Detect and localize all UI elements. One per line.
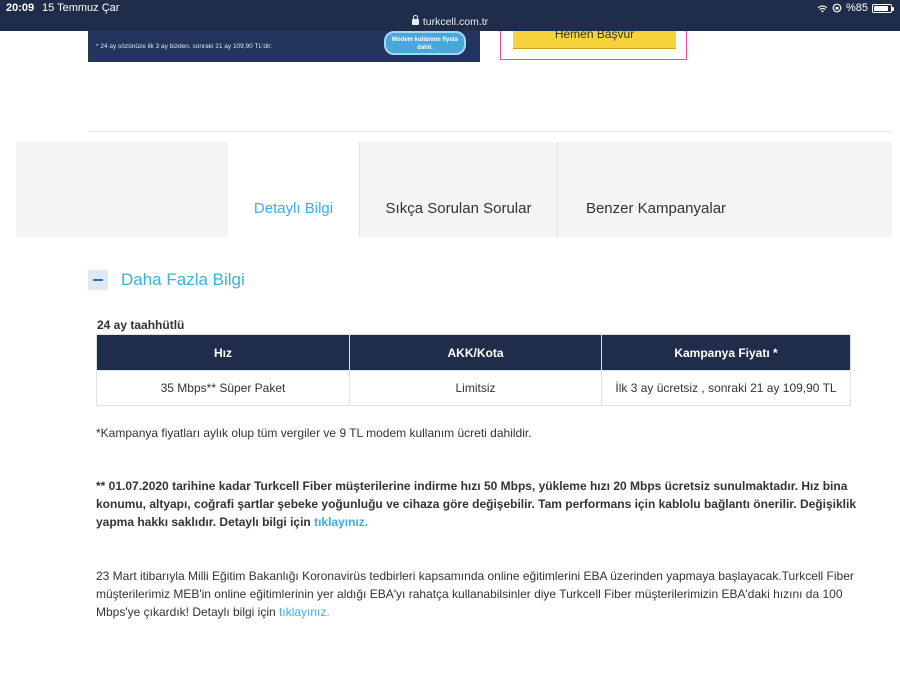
- speed-note: ** 01.07.2020 tarihine kadar Turkcell Fi…: [96, 477, 866, 531]
- header-price: Kampanya Fiyatı *: [601, 334, 851, 371]
- banner-text: * 24 ay sözünüze ilk 3 ay bizden, sonrak…: [96, 43, 273, 50]
- table-header-row: Hız AKK/Kota Kampanya Fiyatı *: [96, 334, 851, 371]
- lock-icon: [411, 15, 419, 25]
- table-caption: 24 ay taahhütlü: [97, 318, 185, 332]
- tab-label: Detaylı Bilgi: [253, 200, 334, 217]
- tab-label: Sıkça Sorulan Sorular: [385, 200, 532, 217]
- cell-speed: 35 Mbps** Süper Paket: [96, 370, 350, 406]
- speed-note-link[interactable]: tıklayınız.: [314, 515, 368, 529]
- eba-note: 23 Mart itibarıyla Milli Eğitim Bakanlığ…: [96, 567, 866, 621]
- table-row: 35 Mbps** Süper Paket Limitsiz İlk 3 ay …: [96, 370, 851, 406]
- accordion-title[interactable]: Daha Fazla Bilgi: [121, 270, 245, 290]
- cell-quota: Limitsiz: [349, 370, 602, 406]
- wifi-icon: [817, 5, 828, 13]
- apply-box: Hemen Başvur: [500, 31, 687, 60]
- campaign-table: Hız AKK/Kota Kampanya Fiyatı * 35 Mbps**…: [96, 334, 851, 406]
- section-divider: [88, 131, 892, 132]
- header-speed: Hız: [96, 334, 350, 371]
- tab-similar-campaigns[interactable]: Benzer Kampanyalar: [558, 142, 754, 237]
- battery-fill: [874, 5, 888, 11]
- battery-icon: [872, 3, 894, 13]
- cell-price: İlk 3 ay ücretsiz , sonraki 21 ay 109,90…: [601, 370, 851, 406]
- battery-percentage: %85: [845, 2, 868, 14]
- speed-note-text: ** 01.07.2020 tarihine kadar Turkcell Fi…: [96, 479, 856, 529]
- eba-note-link[interactable]: tıklayınız.: [279, 605, 330, 619]
- collapse-toggle-icon[interactable]: [88, 270, 108, 290]
- price-footnote: *Kampanya fiyatları aylık olup tüm vergi…: [96, 426, 532, 440]
- tab-detailed-info[interactable]: Detaylı Bilgi: [228, 142, 359, 237]
- campaign-banner: * 24 ay sözünüze ilk 3 ay bizden, sonrak…: [88, 31, 480, 62]
- tab-label: Benzer Kampanyalar: [585, 200, 727, 217]
- orientation-lock-icon: [832, 3, 842, 13]
- eba-note-text: 23 Mart itibarıyla Milli Eğitim Bakanlığ…: [96, 569, 854, 619]
- address-url: turkcell.com.tr: [422, 16, 489, 28]
- status-indicators: %85: [817, 2, 894, 14]
- status-bar: 20:09 15 Temmuz Çar turkcell.com.tr %85: [0, 0, 900, 31]
- tab-faq[interactable]: Sıkça Sorulan Sorular: [360, 142, 557, 237]
- address-bar[interactable]: turkcell.com.tr: [0, 15, 900, 28]
- apply-now-button[interactable]: Hemen Başvur: [513, 31, 676, 49]
- modem-included-badge: Modem kullanımı fiyata dahil.: [384, 31, 466, 55]
- header-quota: AKK/Kota: [349, 334, 602, 371]
- status-date: 15 Temmuz Çar: [42, 2, 120, 14]
- status-time: 20:09: [6, 2, 35, 14]
